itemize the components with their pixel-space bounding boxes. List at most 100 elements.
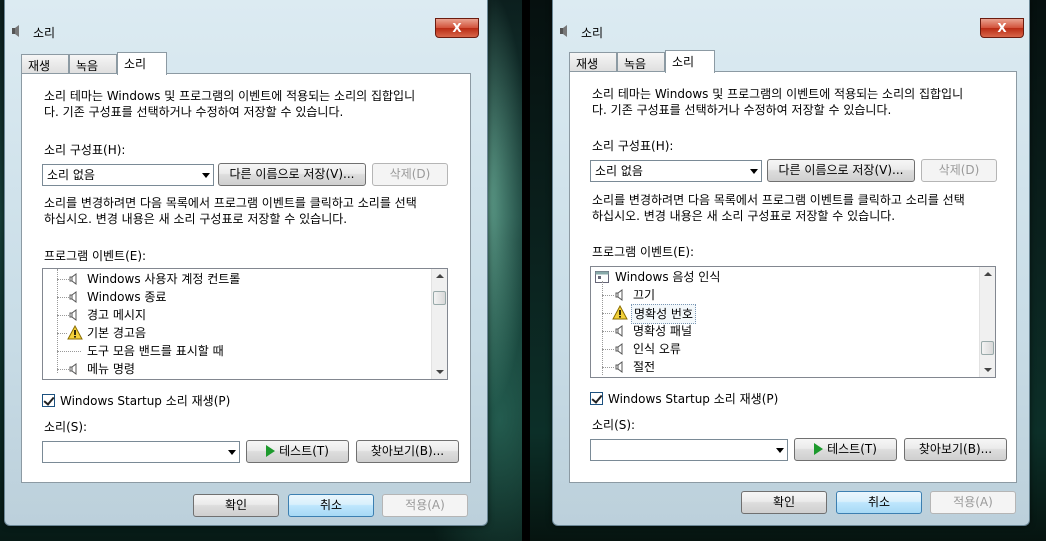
speaker-icon [69, 291, 77, 303]
vertical-scrollbar[interactable] [431, 269, 447, 379]
sound-combobox[interactable] [590, 439, 788, 461]
play-icon [814, 443, 824, 455]
title-bar[interactable]: 소리 X [553, 0, 1029, 40]
apply-button[interactable]: 적용(A) [382, 494, 468, 517]
window-title: 소리 [33, 26, 56, 40]
scheme-label: 소리 구성표(H): [44, 143, 126, 157]
tab-recording[interactable]: 녹음 [617, 52, 665, 72]
sounds-tab-panel: 소리 테마는 Windows 및 프로그램의 이벤트에 적용되는 소리의 집합입… [569, 71, 1017, 483]
ok-button[interactable]: 확인 [193, 494, 279, 517]
list-item[interactable]: 절전 [591, 358, 979, 376]
startup-sound-checkbox[interactable] [590, 392, 603, 405]
scheme-value: 소리 없음 [595, 164, 643, 178]
list-item[interactable]: 끄기 [591, 286, 979, 304]
tab-playback[interactable]: 재생 [569, 52, 617, 72]
list-item-label: 절전 [633, 360, 656, 374]
scroll-thumb[interactable] [433, 291, 446, 305]
sounds-tab-panel: 소리 테마는 Windows 및 프로그램의 이벤트에 적용되는 소리의 집합입… [21, 73, 471, 483]
speaker-icon [69, 363, 77, 375]
title-bar[interactable]: 소리 X [5, 0, 487, 40]
save-as-button[interactable]: 다른 이름으로 저장(V)... [767, 159, 915, 182]
chevron-down-icon [750, 169, 758, 174]
tab-sounds[interactable]: 소리 [117, 52, 167, 75]
delete-button[interactable]: 삭제(D) [372, 163, 448, 186]
list-item-label: 기본 경고음 [87, 326, 147, 340]
scroll-up-icon[interactable] [984, 272, 992, 276]
list-item-label-selected: 명확성 번호 [631, 304, 697, 324]
browse-button[interactable]: 찾아보기(B)... [904, 438, 1007, 461]
speaker-icon [560, 25, 567, 37]
list-item[interactable]: 메뉴 명령 [43, 360, 431, 378]
speaker-icon [615, 343, 623, 355]
screenshot-divider [522, 0, 530, 541]
events-label: 프로그램 이벤트(E): [44, 249, 147, 263]
sound-combobox[interactable] [42, 441, 240, 463]
chevron-down-icon [202, 173, 210, 178]
list-item-label: 경고 메시지 [87, 308, 147, 322]
list-item[interactable]: 인식 오류 [591, 340, 979, 358]
warning-icon [612, 305, 628, 320]
program-events-list[interactable]: Windows 사용자 계정 컨트롤 Windows 종료 경고 메시지 기본 … [42, 268, 448, 380]
list-item-label: 도구 모음 밴드를 표시할 때 [87, 344, 224, 358]
list-item-label: 인식 오류 [633, 342, 681, 356]
list-item-label: Windows 종료 [87, 290, 167, 304]
scroll-down-icon[interactable] [436, 370, 444, 374]
scheme-label: 소리 구성표(H): [592, 139, 674, 153]
description-text: 소리 테마는 Windows 및 프로그램의 이벤트에 적용되는 소리의 집합입… [44, 89, 416, 119]
tree-group-label: Windows 음성 인식 [615, 270, 721, 284]
scroll-up-icon[interactable] [436, 274, 444, 278]
speaker-icon [12, 25, 19, 37]
tree-group-item[interactable]: Windows 음성 인식 [591, 268, 979, 286]
list-item[interactable]: 명확성 패널 [591, 322, 979, 340]
speaker-icon [69, 273, 77, 285]
list-item[interactable]: 명확성 번호 [591, 304, 979, 324]
scroll-down-icon[interactable] [984, 368, 992, 372]
list-item[interactable]: 기본 경고음 [43, 324, 431, 342]
list-item[interactable]: 도구 모음 밴드를 표시할 때 [43, 342, 431, 360]
scroll-thumb[interactable] [981, 341, 994, 355]
list-item[interactable]: Windows 종료 [43, 288, 431, 306]
startup-sound-checkbox[interactable] [42, 394, 55, 407]
save-as-button[interactable]: 다른 이름으로 저장(V)... [218, 163, 366, 186]
description-text: 소리 테마는 Windows 및 프로그램의 이벤트에 적용되는 소리의 집합입… [592, 87, 964, 117]
tab-sounds[interactable]: 소리 [665, 50, 715, 73]
list-item-label: 메뉴 명령 [87, 362, 135, 376]
instruction-text: 소리를 변경하려면 다음 목록에서 프로그램 이벤트를 클릭하고 소리를 선택 … [44, 196, 417, 226]
instruction-text: 소리를 변경하려면 다음 목록에서 프로그램 이벤트를 클릭하고 소리를 선택 … [592, 193, 965, 223]
list-item-label: 명확성 패널 [633, 324, 693, 338]
list-item-label: Windows 사용자 계정 컨트롤 [87, 272, 241, 286]
cancel-button[interactable]: 취소 [836, 491, 922, 514]
test-button[interactable]: 테스트(T) [794, 438, 897, 461]
program-events-list[interactable]: Windows 음성 인식 끄기 명확성 번호 명확성 패널 인식 오류 절전 [590, 266, 996, 378]
speaker-icon [69, 309, 77, 321]
startup-sound-label: Windows Startup 소리 재생(P) [60, 394, 231, 408]
close-button[interactable]: X [980, 18, 1024, 38]
sound-dialog-left: 소리 X 재생 녹음 소리 소리 테마는 Windows 및 프로그램의 이벤트… [4, 0, 488, 526]
sound-label: 소리(S): [44, 420, 88, 434]
scheme-value: 소리 없음 [47, 168, 95, 182]
play-icon [266, 445, 276, 457]
test-button[interactable]: 테스트(T) [246, 440, 349, 463]
warning-icon [67, 325, 83, 340]
window-title: 소리 [581, 26, 604, 40]
sound-label: 소리(S): [592, 418, 636, 432]
delete-button[interactable]: 삭제(D) [921, 159, 997, 182]
vertical-scrollbar[interactable] [979, 267, 995, 377]
tab-playback[interactable]: 재생 [21, 54, 69, 74]
speaker-icon [615, 325, 623, 337]
cancel-button[interactable]: 취소 [288, 494, 374, 517]
list-item-label: 끄기 [633, 288, 656, 302]
close-button[interactable]: X [435, 18, 479, 38]
list-item[interactable]: 경고 메시지 [43, 306, 431, 324]
list-item[interactable]: Windows 사용자 계정 컨트롤 [43, 270, 431, 288]
sound-dialog-right: 소리 X 재생 녹음 소리 소리 테마는 Windows 및 프로그램의 이벤트… [552, 0, 1030, 526]
scheme-combobox[interactable]: 소리 없음 [590, 160, 762, 182]
apply-button[interactable]: 적용(A) [930, 491, 1016, 514]
browse-button[interactable]: 찾아보기(B)... [356, 440, 459, 463]
tab-recording[interactable]: 녹음 [69, 54, 117, 74]
ok-button[interactable]: 확인 [741, 491, 827, 514]
scheme-combobox[interactable]: 소리 없음 [42, 164, 214, 186]
test-button-label: 테스트(T) [827, 442, 877, 456]
events-label: 프로그램 이벤트(E): [592, 245, 695, 259]
test-button-label: 테스트(T) [279, 444, 329, 458]
